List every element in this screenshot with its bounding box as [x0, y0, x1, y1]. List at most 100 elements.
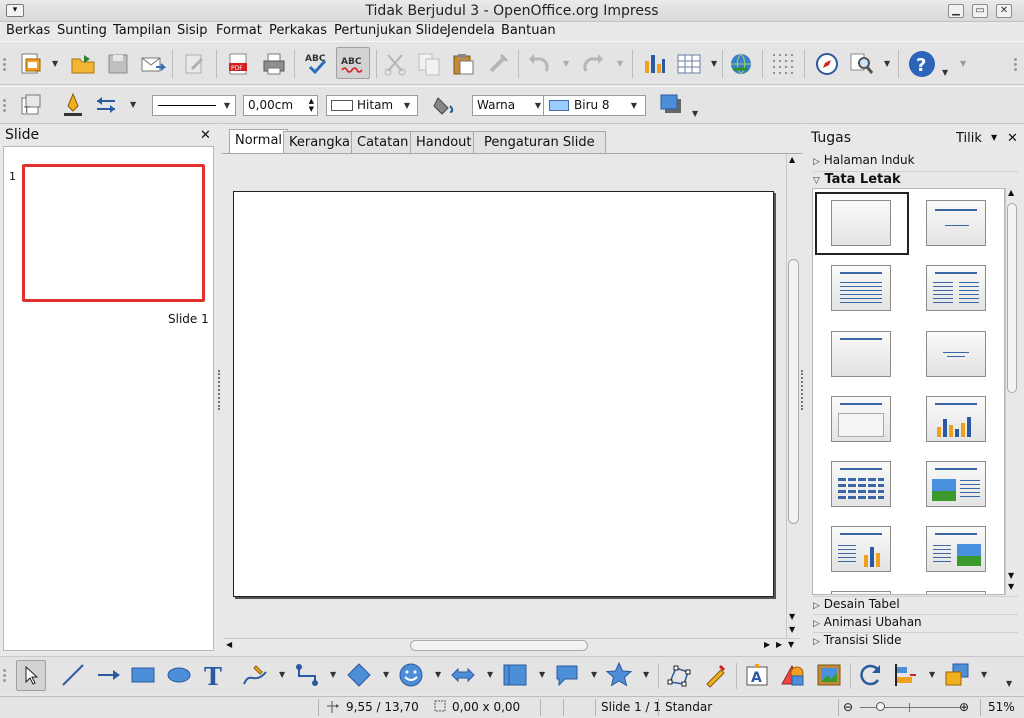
menu-berkas[interactable]: Berkas: [6, 23, 50, 38]
status-zoom[interactable]: 51%: [988, 700, 1015, 714]
menu-sunting[interactable]: Sunting: [57, 23, 107, 38]
task-splitter-handle[interactable]: [801, 370, 804, 410]
new-dropdown-icon[interactable]: ▼: [52, 59, 58, 68]
slide-canvas[interactable]: [233, 191, 774, 597]
scroll-right-end-icon[interactable]: ▶: [776, 640, 782, 649]
tab-pengaturan-slide[interactable]: Pengaturan Slide: [473, 131, 606, 153]
hscrollbar-thumb[interactable]: [410, 640, 588, 651]
insert-chart-icon[interactable]: [642, 51, 668, 77]
autospellcheck-toggle[interactable]: ABC: [336, 47, 370, 79]
basic-shapes-dropdown-icon[interactable]: ▼: [383, 670, 389, 679]
line-icon[interactable]: [60, 92, 86, 118]
minimize-icon[interactable]: ▁: [948, 4, 964, 18]
section-tata-letak[interactable]: ▽ Tata Letak: [813, 171, 1018, 188]
rotate-icon[interactable]: [858, 662, 884, 688]
zoom-in-icon[interactable]: ⊕: [959, 700, 969, 714]
scrollbar-thumb[interactable]: [788, 259, 799, 524]
arrow-tool-icon[interactable]: [96, 662, 122, 688]
paste-icon[interactable]: [450, 51, 476, 77]
scroll-corner-icon[interactable]: ▼: [788, 640, 794, 649]
toolbar-grip-icon[interactable]: [3, 56, 7, 73]
layout-centered-text[interactable]: [926, 331, 986, 377]
arrange-dropdown-icon[interactable]: ▼: [981, 670, 987, 679]
shadow-icon[interactable]: [658, 92, 684, 118]
clone-format-icon[interactable]: [485, 51, 511, 77]
from-file-icon[interactable]: [780, 662, 806, 688]
layout-title-content[interactable]: [831, 265, 891, 311]
copy-icon[interactable]: [416, 51, 442, 77]
stars-dropdown-icon[interactable]: ▼: [643, 670, 649, 679]
scroll-down-icon[interactable]: ▼: [1008, 571, 1014, 580]
curve-dropdown-icon[interactable]: ▼: [279, 670, 285, 679]
layout-title-text-chart[interactable]: [831, 526, 891, 572]
block-arrows-icon[interactable]: [450, 662, 476, 688]
layout-more-1[interactable]: [831, 591, 891, 594]
symbol-shapes-dropdown-icon[interactable]: ▼: [435, 670, 441, 679]
select-tool[interactable]: [16, 660, 46, 691]
styles-icon[interactable]: T: [18, 92, 44, 118]
chevron-down-icon[interactable]: ▼: [991, 133, 997, 142]
redo-dropdown-icon[interactable]: ▼: [617, 59, 623, 68]
close-icon[interactable]: ✕: [996, 4, 1012, 18]
navigator-icon[interactable]: [814, 51, 840, 77]
menu-sisip[interactable]: Sisip: [177, 23, 208, 38]
alignment-icon[interactable]: [892, 662, 918, 688]
text-tool-icon[interactable]: T: [200, 662, 226, 688]
section-transisi-slide[interactable]: ▷ Transisi Slide: [813, 632, 1018, 649]
open-folder-icon[interactable]: [70, 51, 96, 77]
table-dropdown-icon[interactable]: ▼: [711, 59, 717, 68]
toolbar-options-icon[interactable]: ▼: [960, 59, 966, 68]
new-document-icon[interactable]: [18, 51, 44, 77]
zoom-slider-thumb[interactable]: [876, 702, 885, 711]
curve-tool-icon[interactable]: [242, 662, 268, 688]
arrow-style-icon[interactable]: [93, 92, 119, 118]
scroll-up-icon[interactable]: ▲: [1008, 188, 1014, 197]
layout-title-only[interactable]: [926, 200, 986, 246]
area-style-select[interactable]: Warna ▼: [472, 95, 544, 116]
glue-points-icon[interactable]: [702, 662, 728, 688]
menu-jendela[interactable]: Jendela: [447, 23, 495, 38]
connector-dropdown-icon[interactable]: ▼: [330, 670, 336, 679]
basic-shapes-icon[interactable]: [346, 662, 372, 688]
layouts-scrollbar-thumb[interactable]: [1007, 203, 1017, 393]
toolbar-grip-icon[interactable]: [3, 667, 7, 684]
zoom-icon[interactable]: [848, 51, 874, 77]
toolbar-grip-icon[interactable]: [3, 97, 7, 114]
status-master[interactable]: Standar: [665, 700, 712, 714]
zoom-out-icon[interactable]: ⊖: [843, 700, 853, 714]
edit-file-icon[interactable]: [182, 51, 208, 77]
layout-title-2-content[interactable]: [926, 265, 986, 311]
tab-catatan[interactable]: Catatan: [351, 131, 415, 153]
insert-table-icon[interactable]: [676, 51, 702, 77]
section-halaman-induk[interactable]: ▷ Halaman Induk: [813, 153, 1018, 170]
flowchart-icon[interactable]: [502, 662, 528, 688]
scroll-down-end-icon[interactable]: ▼: [1008, 582, 1014, 591]
maximize-icon[interactable]: ▭: [972, 4, 988, 18]
tab-handout[interactable]: Handout: [410, 131, 478, 153]
print-icon[interactable]: [261, 51, 287, 77]
undo-dropdown-icon[interactable]: ▼: [563, 59, 569, 68]
scroll-page-down-icon[interactable]: ▼: [789, 625, 795, 634]
layout-title-table[interactable]: [831, 461, 891, 507]
block-arrows-dropdown-icon[interactable]: ▼: [487, 670, 493, 679]
layout-title-blank[interactable]: [831, 396, 891, 442]
close-icon[interactable]: ✕: [1007, 131, 1018, 146]
connector-tool-icon[interactable]: [294, 662, 320, 688]
flowchart-dropdown-icon[interactable]: ▼: [539, 670, 545, 679]
layout-title-text-clipart[interactable]: [926, 526, 986, 572]
standard-toolbar-overflow-icon[interactable]: ▼: [942, 68, 948, 77]
line-style-select[interactable]: ▼: [152, 95, 236, 116]
drawing-toolbar-overflow-icon[interactable]: ▼: [1006, 679, 1012, 688]
pane-splitter-handle[interactable]: [218, 370, 221, 410]
slide-thumbnail[interactable]: [22, 164, 205, 302]
grid-icon[interactable]: [770, 51, 796, 77]
scroll-left-icon[interactable]: ◀: [226, 640, 232, 649]
layout-blank-slide[interactable]: [831, 200, 891, 246]
area-color-select[interactable]: Biru 8 ▼: [543, 95, 646, 116]
tab-kerangka[interactable]: Kerangka: [283, 131, 356, 153]
layout-title-clipart-text[interactable]: [926, 461, 986, 507]
close-icon[interactable]: ✕: [200, 128, 211, 143]
redo-icon[interactable]: [580, 51, 606, 77]
save-icon[interactable]: [105, 51, 131, 77]
email-icon[interactable]: [140, 51, 166, 77]
